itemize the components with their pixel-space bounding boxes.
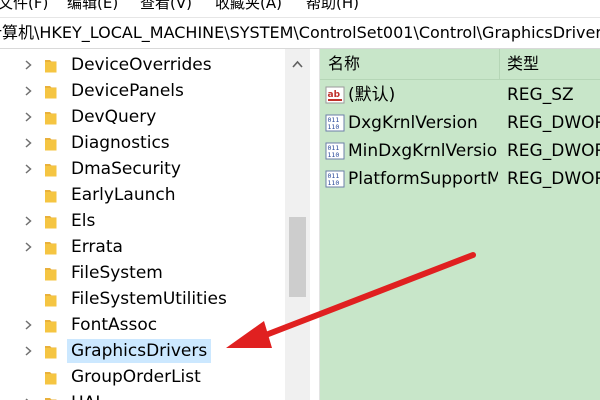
chevron-right-icon[interactable] [22, 137, 34, 149]
tree-item[interactable]: EarlyLaunch [0, 182, 285, 208]
tree-item[interactable]: DeviceOverrides [0, 52, 285, 78]
tree-item-label: HAL [67, 391, 109, 400]
value-name: MinDxgKrnlVersion [348, 141, 498, 161]
tree-item[interactable]: Errata [0, 234, 285, 260]
folder-icon [45, 346, 57, 359]
menu-edit[interactable]: 编辑(E) [67, 0, 118, 13]
tree-item-label: Els [71, 211, 96, 231]
folder-icon [45, 60, 57, 73]
value-row[interactable]: ab (默认) REG_SZ [320, 82, 600, 108]
binary-value-icon: 011110 [325, 142, 345, 160]
tree-item-label: DevicePanels [71, 81, 184, 101]
folder-icon [45, 398, 57, 400]
tree-item[interactable]: GraphicsDrivers [0, 338, 285, 364]
tree-item-label: DevQuery [71, 107, 157, 127]
tree-item-label: Errata [71, 237, 123, 257]
scroll-thumb[interactable] [289, 217, 306, 297]
chevron-right-icon[interactable] [22, 319, 34, 331]
folder-icon [45, 294, 57, 307]
chevron-right-icon[interactable] [22, 85, 34, 97]
value-row[interactable]: 011110DxgKrnlVersion REG_DWORD [320, 110, 600, 136]
tree-item-label: GraphicsDrivers [67, 339, 212, 363]
value-type: REG_DWORD [507, 169, 600, 189]
tree-item-label: DmaSecurity [71, 159, 181, 179]
value-name: DxgKrnlVersion [348, 113, 478, 133]
tree-item[interactable]: DevicePanels [0, 78, 285, 104]
tree-item-label: FileSystem [71, 263, 163, 283]
folder-icon [45, 86, 57, 99]
value-name: PlatformSupportMiracast [348, 169, 498, 189]
pane-splitter[interactable] [312, 49, 320, 400]
scroll-up-arrow-icon[interactable] [285, 57, 310, 71]
value-row[interactable]: 011110MinDxgKrnlVersion REG_DWORD [320, 138, 600, 164]
svg-text:110: 110 [328, 123, 340, 131]
registry-tree[interactable]: DeviceOverrides DevicePanels DevQuery Diagn… [0, 49, 313, 400]
tree-item[interactable]: Els [0, 208, 285, 234]
tree-item-label: FontAssoc [71, 315, 158, 335]
value-name: (默认) [348, 85, 396, 105]
svg-text:110: 110 [328, 151, 340, 159]
tree-item[interactable]: HAL [0, 390, 285, 400]
chevron-right-icon[interactable] [22, 241, 34, 253]
chevron-right-icon[interactable] [22, 59, 34, 71]
menu-view[interactable]: 查看(V) [140, 0, 192, 13]
string-value-icon: ab [325, 86, 345, 104]
tree-item-label: DeviceOverrides [71, 55, 212, 75]
chevron-right-icon[interactable] [22, 215, 34, 227]
chevron-right-icon[interactable] [22, 163, 34, 175]
tree-item[interactable]: DmaSecurity [0, 156, 285, 182]
folder-icon [45, 372, 57, 385]
value-type: REG_SZ [507, 85, 574, 105]
address-path[interactable]: 计算机\HKEY_LOCAL_MACHINE\SYSTEM\ControlSet… [0, 23, 600, 43]
chevron-right-icon[interactable] [22, 111, 34, 123]
tree-item[interactable]: FontAssoc [0, 312, 285, 338]
folder-icon [45, 320, 57, 333]
values-pane[interactable]: 名称 类型 ab (默认) REG_SZ 011 110 DxgKrnlVersion RE… [320, 49, 600, 400]
folder-icon [45, 216, 57, 229]
value-row[interactable]: 011110PlatformSupportMiracast REG_DWORD [320, 166, 600, 192]
menu-file[interactable]: 文件(F) [0, 0, 48, 13]
tree-item[interactable]: FileSystemUtilities [0, 286, 285, 312]
folder-icon [45, 138, 57, 151]
menu-help[interactable]: 帮助(H) [306, 0, 359, 13]
folder-icon [45, 268, 57, 281]
address-bar[interactable]: 计算机\HKEY_LOCAL_MACHINE\SYSTEM\ControlSet… [0, 17, 600, 49]
tree-item-label: FileSystemUtilities [71, 289, 227, 309]
binary-value-icon: 011110 [325, 170, 345, 188]
column-header-type[interactable]: 类型 [507, 54, 539, 74]
chevron-right-icon[interactable] [22, 345, 34, 357]
tree-item[interactable]: FileSystem [0, 260, 285, 286]
svg-text:110: 110 [328, 179, 340, 187]
column-header: 名称 类型 [320, 49, 600, 80]
tree-item-label: EarlyLaunch [71, 185, 176, 205]
binary-value-icon: 011110 [325, 114, 345, 132]
tree-item-label: Diagnostics [71, 133, 170, 153]
folder-icon [45, 164, 57, 177]
menu-bar: 文件(F) 编辑(E) 查看(V) 收藏夹(A) 帮助(H) [0, 0, 600, 16]
svg-text:ab: ab [328, 90, 341, 100]
tree-item[interactable]: DevQuery [0, 104, 285, 130]
value-type: REG_DWORD [507, 141, 600, 161]
column-header-name[interactable]: 名称 [328, 54, 360, 74]
tree-scrollbar[interactable] [285, 49, 310, 400]
folder-icon [45, 112, 57, 125]
tree-item[interactable]: Diagnostics [0, 130, 285, 156]
value-type: REG_DWORD [507, 113, 600, 133]
folder-icon [45, 242, 57, 255]
folder-icon [45, 190, 57, 203]
column-divider[interactable] [499, 49, 500, 79]
tree-item-label: GroupOrderList [71, 367, 201, 387]
menu-favorites[interactable]: 收藏夹(A) [215, 0, 282, 13]
tree-item[interactable]: GroupOrderList [0, 364, 285, 390]
